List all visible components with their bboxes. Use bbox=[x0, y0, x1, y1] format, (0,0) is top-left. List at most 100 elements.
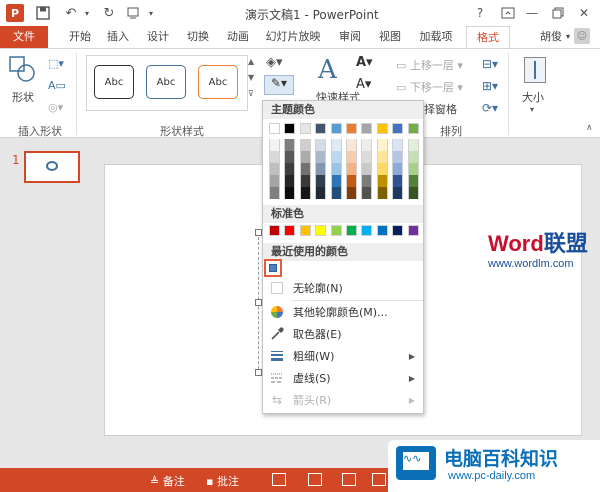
standard-color-swatch[interactable] bbox=[315, 225, 327, 236]
gallery-more-icon[interactable]: ⊽ bbox=[248, 89, 254, 98]
theme-shade-swatch[interactable] bbox=[284, 151, 296, 163]
size-button[interactable]: 大小 bbox=[522, 89, 544, 105]
theme-shade-swatch[interactable] bbox=[330, 175, 342, 187]
theme-shade-swatch[interactable] bbox=[299, 187, 311, 199]
shape-outline-icon[interactable]: ✎▾ bbox=[264, 75, 294, 95]
theme-color-swatch[interactable] bbox=[330, 123, 342, 134]
theme-shade-swatch[interactable] bbox=[407, 151, 419, 163]
theme-shade-swatch[interactable] bbox=[346, 163, 357, 175]
tab-format[interactable]: 格式 bbox=[466, 26, 510, 49]
theme-shade-swatch[interactable] bbox=[269, 151, 280, 163]
theme-shade-swatch[interactable] bbox=[269, 139, 280, 151]
tab-design[interactable]: 设计 bbox=[142, 26, 174, 48]
tab-file[interactable]: 文件 bbox=[0, 26, 48, 48]
align-icon[interactable]: ⊟▾ bbox=[482, 57, 498, 71]
gallery-scroll-up-icon[interactable]: ▲ bbox=[248, 57, 254, 66]
theme-shade-swatch[interactable] bbox=[299, 139, 311, 151]
customize-quick-access-icon[interactable] bbox=[124, 4, 142, 22]
theme-shade-swatch[interactable] bbox=[392, 151, 404, 163]
save-icon[interactable] bbox=[34, 4, 52, 22]
theme-shade-swatch[interactable] bbox=[284, 175, 296, 187]
shape-style-2[interactable]: Abc bbox=[146, 65, 186, 99]
theme-shade-swatch[interactable] bbox=[315, 187, 327, 199]
ribbon-display-options-icon[interactable] bbox=[496, 3, 520, 23]
theme-color-swatch[interactable] bbox=[346, 123, 357, 134]
slideshow-view-icon[interactable] bbox=[372, 473, 386, 486]
theme-shade-swatch[interactable] bbox=[392, 139, 404, 151]
theme-shade-swatch[interactable] bbox=[392, 163, 404, 175]
comments-button[interactable]: ▪ 批注 bbox=[206, 473, 239, 489]
no-outline-item[interactable]: 无轮廓(N) bbox=[263, 277, 423, 299]
merge-shapes-icon[interactable]: ◎▾ bbox=[48, 101, 63, 114]
theme-shade-swatch[interactable] bbox=[361, 175, 373, 187]
theme-shade-swatch[interactable] bbox=[269, 175, 280, 187]
slide-sorter-view-icon[interactable] bbox=[308, 473, 322, 486]
collapse-ribbon-icon[interactable]: ∧ bbox=[586, 123, 593, 133]
tab-view[interactable]: 视图 bbox=[374, 26, 406, 48]
theme-shade-swatch[interactable] bbox=[284, 139, 296, 151]
tab-review[interactable]: 审阅 bbox=[334, 26, 366, 48]
standard-color-swatch[interactable] bbox=[376, 225, 388, 236]
group-icon[interactable]: ⊞▾ bbox=[482, 79, 498, 93]
theme-shade-swatch[interactable] bbox=[315, 139, 327, 151]
theme-color-swatch[interactable] bbox=[376, 123, 388, 134]
theme-shade-swatch[interactable] bbox=[361, 163, 373, 175]
send-backward-button[interactable]: ▭ 下移一层 ▾ bbox=[396, 79, 463, 95]
theme-shade-swatch[interactable] bbox=[376, 175, 388, 187]
restore-icon[interactable] bbox=[546, 3, 570, 23]
minimize-icon[interactable]: — bbox=[520, 3, 544, 23]
eyedropper-item[interactable]: 取色器(E) bbox=[263, 323, 423, 345]
selection-pane-button[interactable]: 择窗格 bbox=[424, 101, 457, 117]
theme-shade-swatch[interactable] bbox=[315, 151, 327, 163]
theme-shade-swatch[interactable] bbox=[346, 139, 357, 151]
theme-shade-swatch[interactable] bbox=[376, 187, 388, 199]
resize-handle[interactable] bbox=[255, 369, 262, 376]
theme-shade-swatch[interactable] bbox=[330, 139, 342, 151]
theme-shade-swatch[interactable] bbox=[392, 175, 404, 187]
close-icon[interactable]: ✕ bbox=[572, 3, 596, 23]
theme-shade-swatch[interactable] bbox=[407, 187, 419, 199]
shape-fill-icon[interactable]: ◈▾ bbox=[266, 55, 283, 70]
theme-shade-swatch[interactable] bbox=[407, 175, 419, 187]
text-fill-icon[interactable]: A▾ bbox=[356, 55, 373, 70]
theme-color-swatch[interactable] bbox=[315, 123, 327, 134]
standard-color-swatch[interactable] bbox=[284, 225, 296, 236]
theme-shade-swatch[interactable] bbox=[361, 187, 373, 199]
theme-shade-swatch[interactable] bbox=[269, 187, 280, 199]
redo-icon[interactable]: ↻ bbox=[100, 4, 118, 22]
theme-shade-swatch[interactable] bbox=[299, 163, 311, 175]
theme-shade-swatch[interactable] bbox=[361, 139, 373, 151]
quick-styles-icon[interactable]: A bbox=[318, 55, 337, 85]
dashes-item[interactable]: 虚线(S) ▶ bbox=[263, 367, 423, 389]
theme-shade-swatch[interactable] bbox=[361, 151, 373, 163]
help-button[interactable]: ? bbox=[468, 3, 492, 23]
slide-thumbnail[interactable] bbox=[24, 151, 80, 183]
theme-shade-swatch[interactable] bbox=[330, 187, 342, 199]
theme-shade-swatch[interactable] bbox=[330, 151, 342, 163]
qat-more-icon[interactable]: ▾ bbox=[142, 4, 160, 22]
notes-button[interactable]: ≜ 备注 bbox=[150, 473, 185, 489]
theme-color-swatch[interactable] bbox=[392, 123, 404, 134]
theme-shade-swatch[interactable] bbox=[315, 175, 327, 187]
theme-shade-swatch[interactable] bbox=[407, 163, 419, 175]
bring-forward-button[interactable]: ▭ 上移一层 ▾ bbox=[396, 57, 463, 73]
tab-addins[interactable]: 加载项 bbox=[414, 26, 458, 48]
theme-shade-swatch[interactable] bbox=[392, 187, 404, 199]
text-box-icon[interactable]: A▭ bbox=[48, 79, 66, 92]
theme-color-swatch[interactable] bbox=[361, 123, 373, 134]
text-outline-icon[interactable]: A▾ bbox=[356, 77, 371, 92]
tab-slideshow[interactable]: 幻灯片放映 bbox=[262, 26, 324, 48]
theme-shade-swatch[interactable] bbox=[315, 163, 327, 175]
shape-style-1[interactable]: Abc bbox=[94, 65, 134, 99]
shapes-icon[interactable] bbox=[8, 55, 36, 90]
edit-shape-icon[interactable]: ⬚▾ bbox=[48, 57, 64, 70]
user-account[interactable]: 胡俊 ▾ ☺ bbox=[540, 28, 590, 44]
tab-transitions[interactable]: 切换 bbox=[182, 26, 214, 48]
theme-shade-swatch[interactable] bbox=[346, 151, 357, 163]
theme-shade-swatch[interactable] bbox=[376, 151, 388, 163]
theme-shade-swatch[interactable] bbox=[330, 163, 342, 175]
standard-color-swatch[interactable] bbox=[361, 225, 373, 236]
shape-style-3[interactable]: Abc bbox=[198, 65, 238, 99]
theme-shade-swatch[interactable] bbox=[346, 187, 357, 199]
theme-color-swatch[interactable] bbox=[299, 123, 311, 134]
